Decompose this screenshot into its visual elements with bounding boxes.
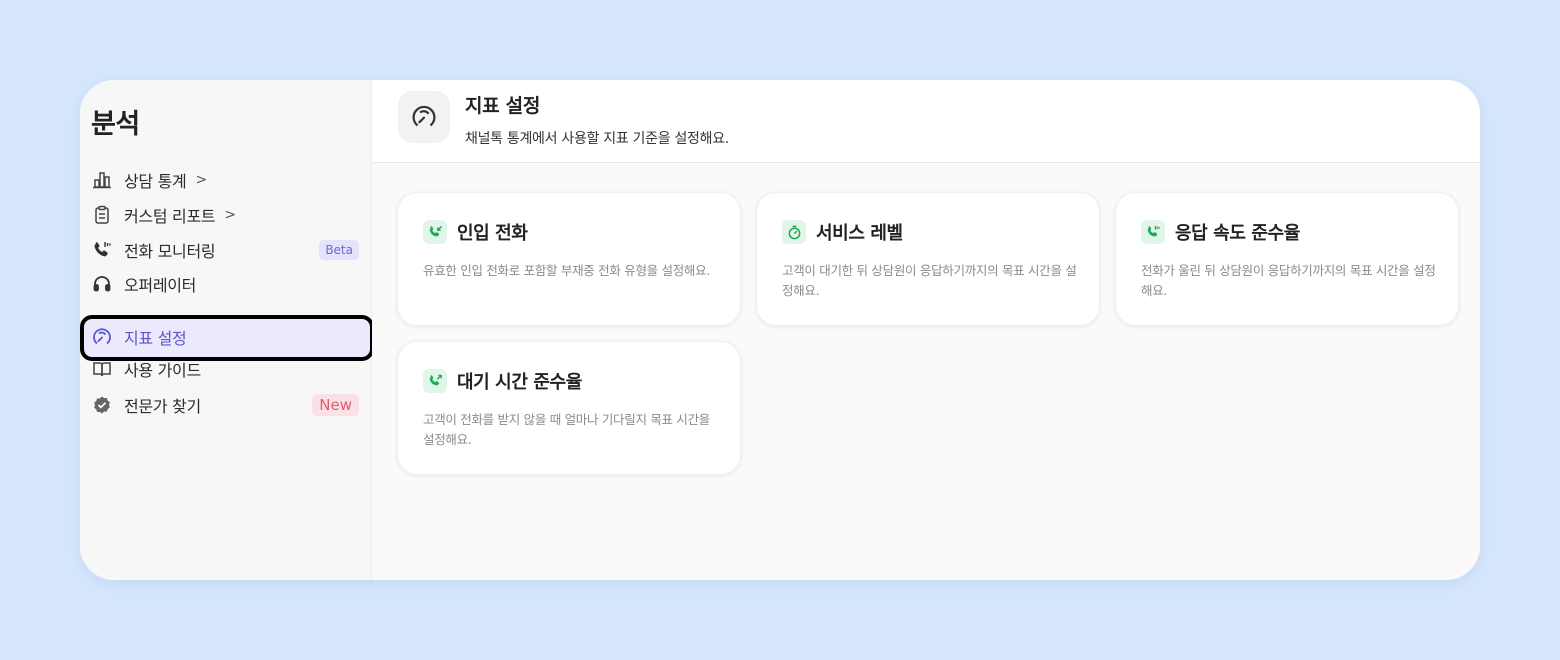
sidebar-item-label: 상담 통계 [124,172,187,191]
sidebar-item-user-guide[interactable]: 사용 가이드 [91,353,359,385]
headset-icon [91,273,113,295]
gauge-icon [398,91,450,143]
sidebar-item-custom-report[interactable]: 커스텀 리포트 > [91,199,359,231]
sidebar-item-label: 커스텀 리포트 [124,207,216,226]
sidebar-item-label: 오퍼레이터 [124,276,197,295]
phone-ring-icon [1141,220,1165,244]
main-content: 지표 설정 채널톡 통계에서 사용할 지표 기준을 설정해요. 인입 전화 유효… [372,80,1480,580]
sidebar-item-label: 전문가 찾기 [124,397,201,416]
card-description: 전화가 울린 뒤 상담원이 응답하기까지의 목표 시간을 설정해요. [1141,263,1436,298]
card-title: 서비스 레벨 [816,223,903,244]
page-title: 지표 설정 [465,95,541,117]
card-description: 고객이 전화를 받지 않을 때 얼마나 기다릴지 목표 시간을 설정해요. [423,412,710,447]
verified-badge-icon [91,394,113,416]
phone-wave-icon [91,239,113,261]
page-header: 지표 설정 채널톡 통계에서 사용할 지표 기준을 설정해요. [372,80,1480,163]
sidebar-item-label: 지표 설정 [124,329,187,348]
beta-badge: Beta [319,240,359,260]
bar-chart-icon [91,169,113,191]
incoming-call-icon [423,220,447,244]
sidebar-item-label: 전화 모니터링 [124,242,216,261]
card-incoming-call[interactable]: 인입 전화 유효한 인입 전화로 포함할 부재중 전화 유형을 설정해요. [397,192,741,326]
phone-wait-icon [423,369,447,393]
page-subtitle: 채널톡 통계에서 사용할 지표 기준을 설정해요. [465,131,729,147]
new-badge: New [312,394,359,416]
card-wait-time[interactable]: 대기 시간 준수율 고객이 전화를 받지 않을 때 얼마나 기다릴지 목표 시간… [397,341,741,475]
card-description: 유효한 인입 전화로 포함할 부재중 전화 유형을 설정해요. [423,263,710,278]
card-description: 고객이 대기한 뒤 상담원이 응답하기까지의 목표 시간을 설정해요. [782,263,1077,298]
chevron-right-icon: > [195,172,208,188]
card-title: 대기 시간 준수율 [457,372,582,393]
sidebar-item-call-monitoring[interactable]: 전화 모니터링 Beta [91,234,359,266]
sidebar-item-consult-stats[interactable]: 상담 통계 > [91,164,359,196]
sidebar-item-label: 사용 가이드 [124,361,201,380]
sidebar-item-find-expert[interactable]: 전문가 찾기 New [91,389,359,421]
sidebar-item-operator[interactable]: 오퍼레이터 [91,268,359,300]
book-icon [91,358,113,380]
analytics-window: 분석 상담 통계 > 커스텀 리포트 > 전화 모니터링 Beta 오퍼레이터 … [80,80,1480,580]
sidebar: 분석 상담 통계 > 커스텀 리포트 > 전화 모니터링 Beta 오퍼레이터 … [80,80,374,580]
chevron-right-icon: > [224,207,237,223]
sidebar-title: 분석 [91,109,140,140]
gauge-icon [91,326,113,348]
card-service-level[interactable]: 서비스 레벨 고객이 대기한 뒤 상담원이 응답하기까지의 목표 시간을 설정해… [756,192,1100,326]
timer-icon [782,220,806,244]
card-title: 응답 속도 준수율 [1175,223,1300,244]
clipboard-icon [91,204,113,226]
card-title: 인입 전화 [457,223,528,244]
card-answer-speed[interactable]: 응답 속도 준수율 전화가 울린 뒤 상담원이 응답하기까지의 목표 시간을 설… [1115,192,1459,326]
